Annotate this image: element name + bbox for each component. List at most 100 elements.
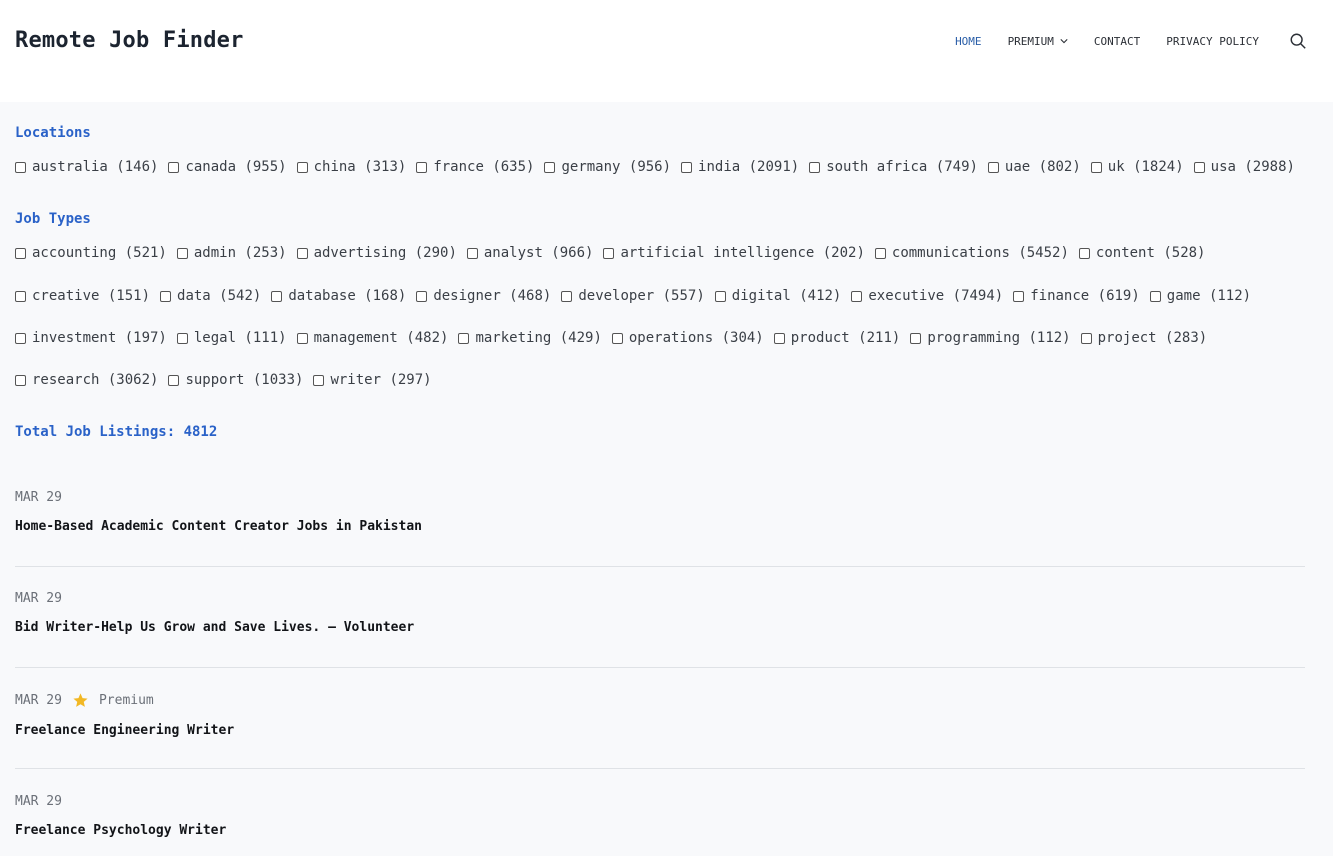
job-date: MAR 29 bbox=[15, 794, 62, 809]
checkbox[interactable] bbox=[851, 290, 863, 302]
filter-checkbox-item[interactable]: support (1033) bbox=[168, 372, 303, 388]
filter-checkbox-item[interactable]: data (542) bbox=[160, 288, 261, 304]
filter-checkbox-item[interactable]: uae (802) bbox=[987, 159, 1081, 175]
filter-checkbox-item[interactable]: france (635) bbox=[416, 159, 534, 175]
job-listing[interactable]: MAR 29 Bid Writer-Help Us Grow and Save L… bbox=[15, 591, 1305, 635]
filter-label: canada (955) bbox=[185, 159, 287, 175]
checkbox[interactable] bbox=[1090, 161, 1102, 173]
filter-checkbox-item[interactable]: uk (1824) bbox=[1090, 159, 1184, 175]
checkbox[interactable] bbox=[611, 332, 623, 344]
checkbox[interactable] bbox=[15, 247, 26, 259]
nav-contact[interactable]: CONTACT bbox=[1094, 30, 1140, 52]
filter-checkbox-item[interactable]: usa (2988) bbox=[1193, 159, 1295, 175]
nav-home[interactable]: HOME bbox=[955, 30, 982, 52]
checkbox[interactable] bbox=[809, 161, 821, 173]
checkbox[interactable] bbox=[168, 161, 180, 173]
job-listing[interactable]: MAR 29 Premium Freelance Engineering Write… bbox=[15, 692, 1305, 738]
checkbox[interactable] bbox=[1078, 247, 1090, 259]
checkbox[interactable] bbox=[15, 290, 26, 302]
checkbox[interactable] bbox=[160, 290, 172, 302]
checkbox[interactable] bbox=[176, 247, 188, 259]
checkbox[interactable] bbox=[458, 332, 470, 344]
checkbox[interactable] bbox=[15, 332, 26, 344]
checkbox[interactable] bbox=[466, 247, 478, 259]
checkbox[interactable] bbox=[987, 161, 999, 173]
filter-checkbox-item[interactable]: investment (197) bbox=[15, 330, 167, 346]
nav-contact-label: CONTACT bbox=[1093, 34, 1141, 48]
filter-label: admin (253) bbox=[193, 245, 287, 261]
filter-checkbox-item[interactable]: india (2091) bbox=[681, 159, 799, 175]
filter-checkbox-item[interactable]: digital (412) bbox=[714, 288, 842, 304]
checkbox[interactable] bbox=[176, 332, 188, 344]
search-icon[interactable] bbox=[1289, 32, 1307, 50]
premium-badge: Premium bbox=[98, 693, 154, 708]
filter-checkbox-item[interactable]: canada (955) bbox=[168, 159, 287, 175]
checkbox[interactable] bbox=[874, 247, 886, 259]
filter-checkbox-item[interactable]: content (528) bbox=[1078, 245, 1206, 261]
checkbox[interactable] bbox=[1193, 161, 1205, 173]
checkbox[interactable] bbox=[1149, 290, 1161, 302]
filter-checkbox-item[interactable]: accounting (521) bbox=[15, 245, 167, 261]
filter-checkbox-item[interactable]: product (211) bbox=[773, 330, 900, 346]
job-listing[interactable]: MAR 29 Home-Based Academic Content Creato… bbox=[15, 490, 1305, 534]
checkbox[interactable] bbox=[296, 247, 308, 259]
filter-checkbox-item[interactable]: communications (5452) bbox=[874, 245, 1069, 261]
filter-label: support (1033) bbox=[185, 372, 304, 388]
job-title-link[interactable]: Freelance Engineering Writer bbox=[15, 723, 1305, 738]
filter-checkbox-item[interactable]: writer (297) bbox=[313, 372, 432, 388]
filter-checkbox-item[interactable]: designer (468) bbox=[416, 288, 551, 304]
checkbox[interactable] bbox=[910, 332, 922, 344]
job-listing[interactable]: MAR 29 Freelance Psychology Writer bbox=[15, 794, 1305, 838]
filter-checkbox-item[interactable]: project (283) bbox=[1080, 330, 1207, 346]
filter-checkbox-item[interactable]: germany (956) bbox=[544, 159, 671, 175]
checkbox[interactable] bbox=[714, 290, 726, 302]
checkbox[interactable] bbox=[416, 290, 428, 302]
checkbox[interactable] bbox=[313, 374, 325, 386]
filter-checkbox-item[interactable]: finance (619) bbox=[1013, 288, 1140, 304]
filter-checkbox-item[interactable]: database (168) bbox=[271, 288, 406, 304]
checkbox[interactable] bbox=[561, 290, 573, 302]
checkbox[interactable] bbox=[15, 161, 26, 173]
filter-checkbox-item[interactable]: china (313) bbox=[296, 159, 406, 175]
filter-checkbox-item[interactable]: research (3062) bbox=[15, 372, 158, 388]
checkbox[interactable] bbox=[296, 332, 308, 344]
filter-checkbox-item[interactable]: management (482) bbox=[296, 330, 448, 346]
filter-label: data (542) bbox=[177, 288, 262, 304]
filter-checkbox-item[interactable]: operations (304) bbox=[611, 330, 764, 346]
filter-label: content (528) bbox=[1095, 245, 1206, 261]
job-title-link[interactable]: Bid Writer-Help Us Grow and Save Lives. … bbox=[15, 620, 1305, 635]
site-header: Remote Job Finder HOME PREMIUM CONTACT P… bbox=[0, 0, 1333, 102]
filter-checkbox-item[interactable]: analyst (966) bbox=[466, 245, 593, 261]
checkbox[interactable] bbox=[271, 290, 283, 302]
checkbox[interactable] bbox=[544, 161, 556, 173]
checkbox[interactable] bbox=[416, 161, 428, 173]
checkbox[interactable] bbox=[168, 374, 180, 386]
filter-checkbox-item[interactable]: advertising (290) bbox=[296, 245, 457, 261]
filter-checkbox-item[interactable]: developer (557) bbox=[561, 288, 705, 304]
filter-checkbox-item[interactable]: artificial intelligence (202) bbox=[603, 245, 865, 261]
checkbox[interactable] bbox=[773, 332, 785, 344]
filter-checkbox-item[interactable]: admin (253) bbox=[176, 245, 287, 261]
checkbox[interactable] bbox=[296, 161, 308, 173]
filter-checkbox-item[interactable]: programming (112) bbox=[910, 330, 1071, 346]
checkbox[interactable] bbox=[1080, 332, 1092, 344]
filter-label: digital (412) bbox=[731, 288, 842, 304]
job-title-link[interactable]: Freelance Psychology Writer bbox=[15, 823, 1305, 838]
filter-label: writer (297) bbox=[330, 372, 432, 388]
checkbox[interactable] bbox=[1013, 290, 1025, 302]
nav-home-label: HOME bbox=[955, 34, 982, 48]
filter-checkbox-item[interactable]: creative (151) bbox=[15, 288, 150, 304]
checkbox[interactable] bbox=[603, 247, 615, 259]
site-title[interactable]: Remote Job Finder bbox=[15, 28, 244, 53]
filter-checkbox-item[interactable]: south africa (749) bbox=[809, 159, 978, 175]
filter-checkbox-item[interactable]: game (112) bbox=[1149, 288, 1251, 304]
nav-premium[interactable]: PREMIUM bbox=[1008, 30, 1068, 52]
nav-privacy-policy[interactable]: PRIVACY POLICY bbox=[1166, 30, 1259, 52]
checkbox[interactable] bbox=[681, 161, 693, 173]
filter-checkbox-item[interactable]: executive (7494) bbox=[851, 288, 1003, 304]
filter-checkbox-item[interactable]: marketing (429) bbox=[458, 330, 602, 346]
job-title-link[interactable]: Home-Based Academic Content Creator Jobs… bbox=[15, 519, 1305, 534]
filter-checkbox-item[interactable]: legal (111) bbox=[176, 330, 287, 346]
filter-checkbox-item[interactable]: australia (146) bbox=[15, 159, 158, 175]
checkbox[interactable] bbox=[15, 374, 26, 386]
